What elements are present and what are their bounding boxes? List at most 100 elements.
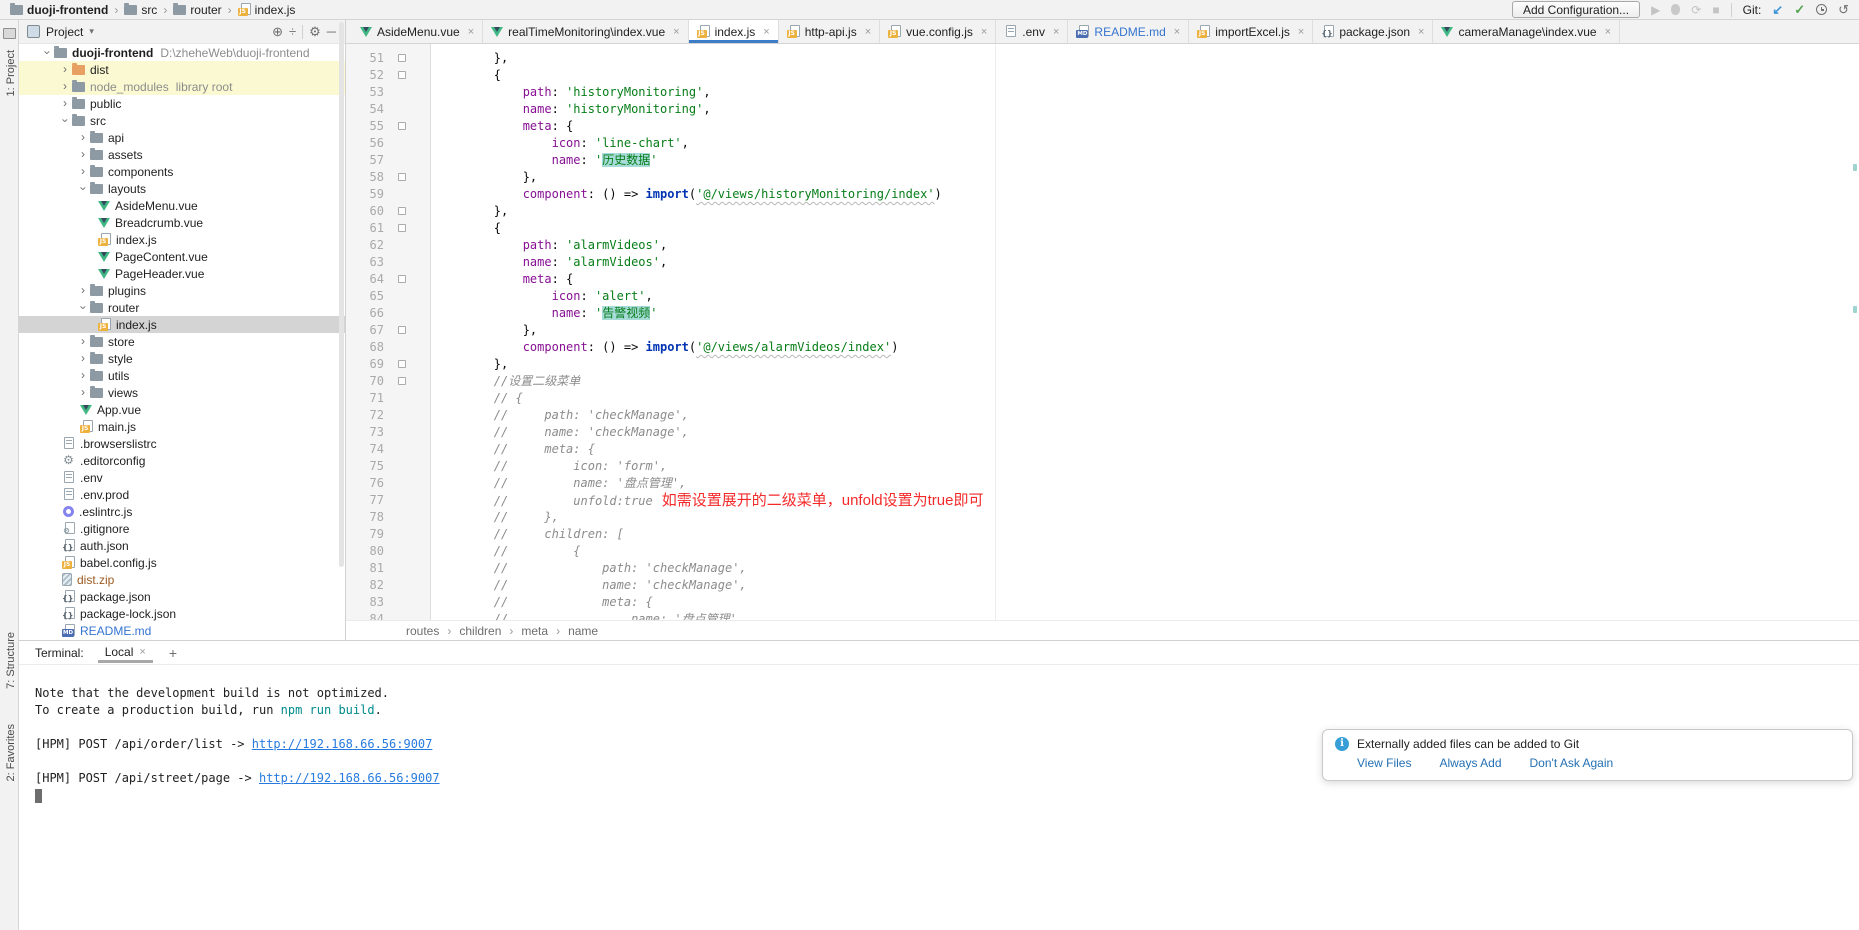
terminal-link[interactable]: http://192.168.66.56:9007	[259, 771, 440, 785]
run-icon[interactable]: ▶	[1651, 4, 1660, 16]
tree-item-gitignore[interactable]: ⊘.gitignore	[18, 520, 345, 537]
tab-env[interactable]: .env×	[996, 20, 1068, 43]
tool-window-icon[interactable]	[3, 28, 16, 39]
chevron-right-icon[interactable]: ›	[58, 63, 72, 76]
tree-item-index-js[interactable]: JSindex.js	[18, 316, 345, 333]
tab-close-icon[interactable]: ×	[1298, 26, 1304, 38]
chevron-down-icon[interactable]: ›	[77, 182, 90, 196]
tab-close-icon[interactable]: ×	[865, 26, 871, 38]
fold-marker-icon[interactable]	[398, 326, 406, 334]
chevron-down-icon[interactable]: ›	[77, 301, 90, 315]
run-with-coverage-icon[interactable]: ⟳	[1691, 4, 1701, 16]
tab-cameramanage-index-vue[interactable]: cameraManage\index.vue×	[1433, 20, 1620, 43]
fold-marker-icon[interactable]	[398, 173, 406, 181]
tree-item-pagecontent-vue[interactable]: PageContent.vue	[18, 248, 345, 265]
terminal-link[interactable]: http://192.168.66.56:9007	[252, 737, 433, 751]
chevron-down-icon[interactable]: ▾	[89, 26, 94, 37]
tree-item-babel-config-js[interactable]: JSbabel.config.js	[18, 554, 345, 571]
git-update-icon[interactable]: ↙	[1772, 2, 1783, 18]
breadcrumb-item-src[interactable]: src	[124, 3, 157, 17]
rollback-icon[interactable]: ↺	[1838, 2, 1849, 18]
tree-item-asidemenu-vue[interactable]: AsideMenu.vue	[18, 197, 345, 214]
collapse-all-icon[interactable]: ÷	[289, 25, 296, 38]
tab-realtimemonitoring-index-vue[interactable]: realTimeMonitoring\index.vue×	[483, 20, 688, 43]
chevron-right-icon[interactable]: ›	[76, 352, 90, 365]
fold-marker-icon[interactable]	[398, 122, 406, 130]
code-area[interactable]: }, { path: 'historyMonitoring', name: 'h…	[436, 50, 1853, 620]
fold-marker-icon[interactable]	[398, 207, 406, 215]
tree-item-layouts[interactable]: ›layouts	[18, 180, 345, 197]
tree-item-pageheader-vue[interactable]: PageHeader.vue	[18, 265, 345, 282]
close-icon[interactable]: ×	[139, 646, 145, 658]
debug-icon[interactable]	[1671, 4, 1680, 15]
tab-asidemenu-vue[interactable]: AsideMenu.vue×	[352, 20, 483, 43]
gear-icon[interactable]: ⚙	[309, 25, 321, 38]
fold-marker-icon[interactable]	[398, 275, 406, 283]
chevron-right-icon[interactable]: ›	[76, 284, 90, 297]
tree-item-node-modules[interactable]: ›node_moduleslibrary root	[18, 78, 345, 95]
tree-item-duoji-frontend[interactable]: ›duoji-frontendD:\zheheWeb\duoji-fronten…	[18, 44, 345, 61]
tree-item-public[interactable]: ›public	[18, 95, 345, 112]
chevron-right-icon[interactable]: ›	[58, 97, 72, 110]
locate-file-icon[interactable]: ⊕	[272, 25, 283, 38]
editor-breadcrumb-name[interactable]: name	[568, 624, 598, 638]
notification-action-don-t-ask-again[interactable]: Don't Ask Again	[1530, 756, 1614, 770]
chevron-right-icon[interactable]: ›	[76, 148, 90, 161]
usage-stripe-mark[interactable]	[1853, 164, 1857, 171]
chevron-right-icon[interactable]: ›	[76, 386, 90, 399]
chevron-right-icon[interactable]: ›	[76, 335, 90, 348]
tab-package-json[interactable]: {}package.json×	[1313, 20, 1433, 43]
breadcrumb-item-router[interactable]: router	[173, 3, 221, 17]
stop-icon[interactable]: ■	[1712, 4, 1719, 16]
terminal-tab-local[interactable]: Local ×	[98, 642, 153, 663]
tree-item-readme-md[interactable]: MDREADME.md	[18, 622, 345, 639]
chevron-right-icon[interactable]: ›	[58, 80, 72, 93]
tree-item-eslintrc-js[interactable]: .eslintrc.js	[18, 503, 345, 520]
tree-item-dist-zip[interactable]: dist.zip	[18, 571, 345, 588]
chevron-right-icon[interactable]: ›	[76, 369, 90, 382]
project-view-selector[interactable]: Project	[46, 25, 83, 39]
breadcrumb-item-duoji-frontend[interactable]: duoji-frontend	[10, 3, 108, 17]
tree-item-editorconfig[interactable]: ⚙.editorconfig	[18, 452, 345, 469]
tree-item-src[interactable]: ›src	[18, 112, 345, 129]
hide-panel-icon[interactable]: ─	[327, 25, 336, 38]
editor-breadcrumb-routes[interactable]: routes	[406, 624, 439, 638]
tool-strip-project[interactable]: 1: Project	[0, 50, 17, 96]
tree-item-components[interactable]: ›components	[18, 163, 345, 180]
chevron-down-icon[interactable]: ›	[41, 46, 54, 60]
tab-close-icon[interactable]: ×	[1053, 26, 1059, 38]
tool-strip-structure[interactable]: 7: Structure	[0, 632, 17, 689]
tab-close-icon[interactable]: ×	[763, 26, 769, 38]
tab-readme-md[interactable]: MDREADME.md×	[1068, 20, 1189, 43]
tool-strip-favorites[interactable]: 2: Favorites	[0, 724, 17, 781]
tree-item-views[interactable]: ›views	[18, 384, 345, 401]
tree-item-package-json[interactable]: {}package.json	[18, 588, 345, 605]
tree-item-router[interactable]: ›router	[18, 299, 345, 316]
tree-item-store[interactable]: ›store	[18, 333, 345, 350]
tree-item-package-lock-json[interactable]: {}package-lock.json	[18, 605, 345, 622]
tab-vue-config-js[interactable]: JSvue.config.js×	[880, 20, 996, 43]
fold-marker-icon[interactable]	[398, 54, 406, 62]
tab-close-icon[interactable]: ×	[673, 26, 679, 38]
tab-close-icon[interactable]: ×	[1418, 26, 1424, 38]
chevron-right-icon[interactable]: ›	[76, 131, 90, 144]
tab-close-icon[interactable]: ×	[1605, 26, 1611, 38]
tree-item-plugins[interactable]: ›plugins	[18, 282, 345, 299]
tree-item-auth-json[interactable]: {}auth.json	[18, 537, 345, 554]
tree-item-main-js[interactable]: JSmain.js	[18, 418, 345, 435]
tab-index-js[interactable]: JSindex.js×	[689, 20, 779, 43]
notification-action-always-add[interactable]: Always Add	[1439, 756, 1501, 770]
tree-item-api[interactable]: ›api	[18, 129, 345, 146]
usage-stripe-mark[interactable]	[1853, 306, 1857, 313]
code-editor[interactable]: 5152535455565758596061626364656667686970…	[346, 44, 1859, 620]
tree-item-breadcrumb-vue[interactable]: Breadcrumb.vue	[18, 214, 345, 231]
tree-item-app-vue[interactable]: App.vue	[18, 401, 345, 418]
tree-item-assets[interactable]: ›assets	[18, 146, 345, 163]
git-commit-icon[interactable]: ✓	[1794, 2, 1805, 18]
tab-http-api-js[interactable]: JShttp-api.js×	[779, 20, 880, 43]
new-terminal-icon[interactable]: +	[169, 645, 177, 661]
tree-item-index-js[interactable]: JSindex.js	[18, 231, 345, 248]
tab-close-icon[interactable]: ×	[468, 26, 474, 38]
fold-marker-icon[interactable]	[398, 377, 406, 385]
chevron-down-icon[interactable]: ›	[59, 114, 72, 128]
